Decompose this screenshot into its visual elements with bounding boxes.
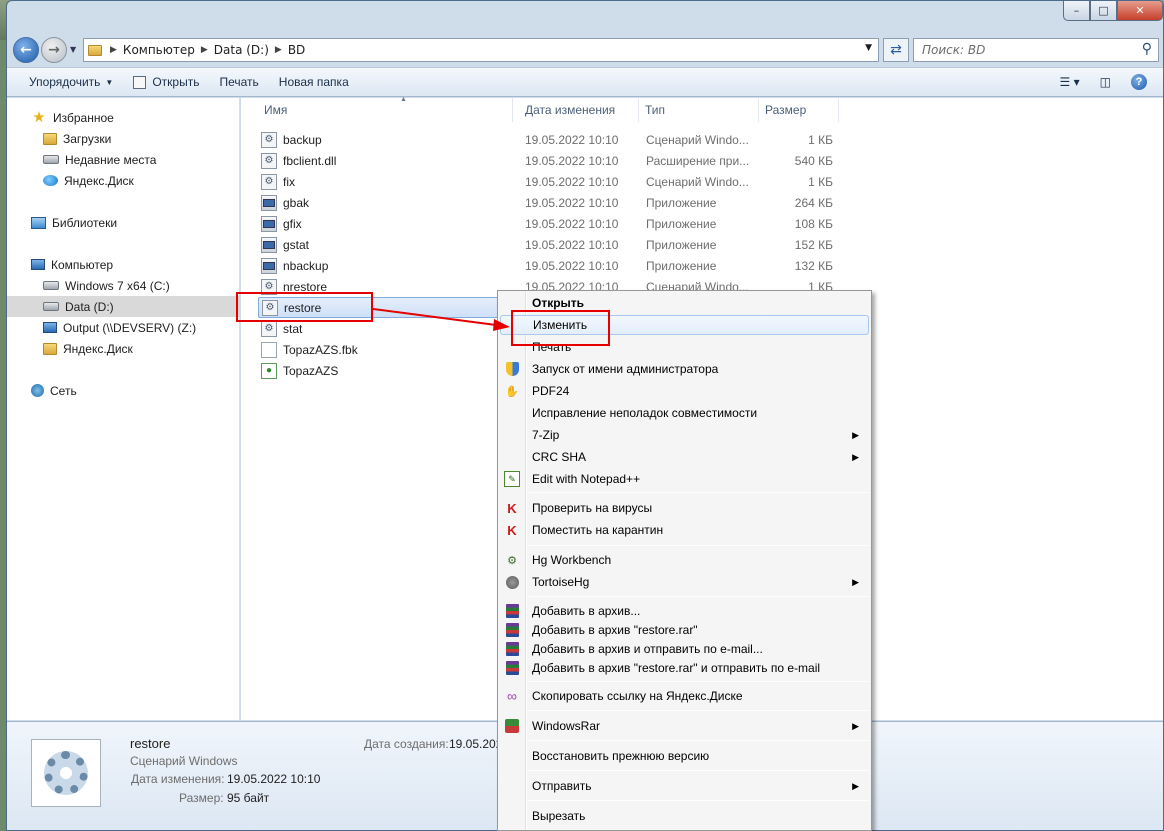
annotation-arrow [372, 308, 510, 331]
